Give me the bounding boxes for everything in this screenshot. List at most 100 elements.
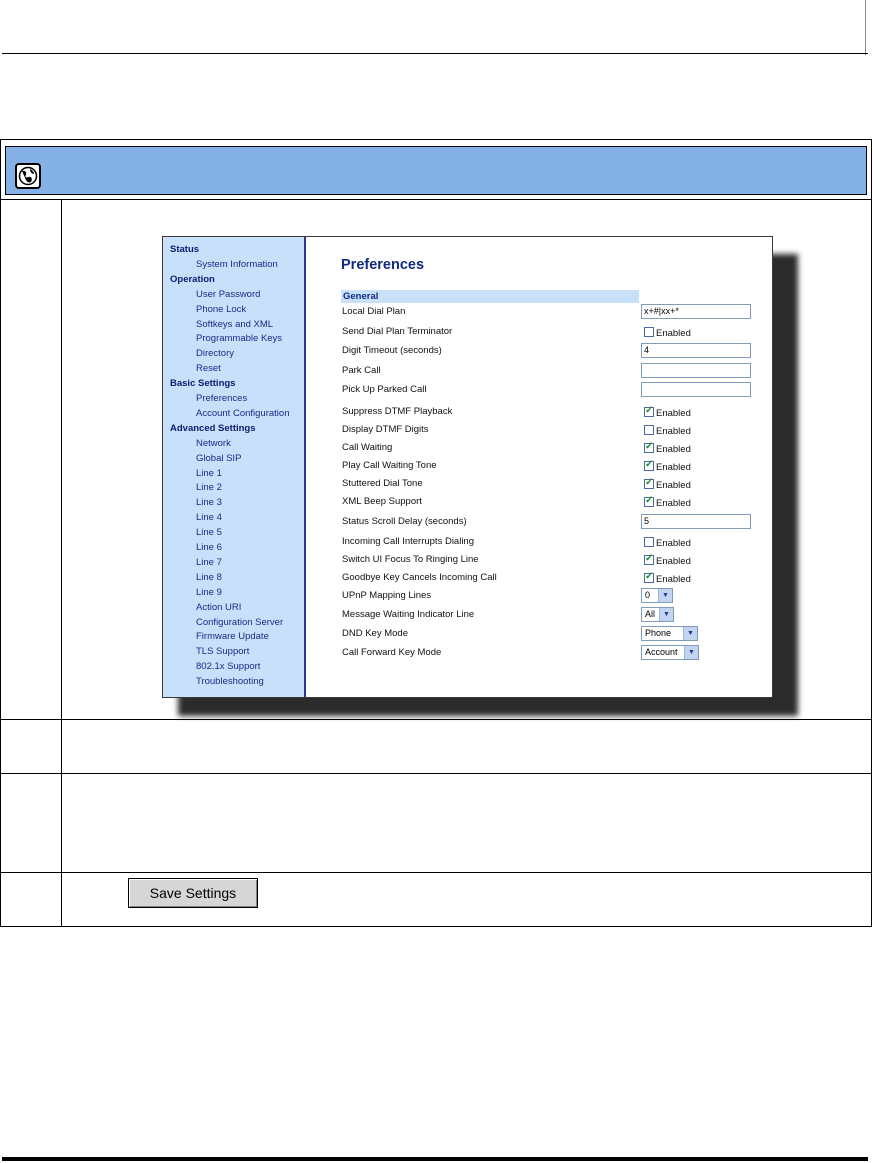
sidebar-item[interactable]: TLS Support <box>196 646 249 657</box>
sidebar-item[interactable]: Directory <box>196 348 234 359</box>
field-label: Park Call <box>342 365 381 376</box>
sidebar-item[interactable]: Line 6 <box>196 542 222 553</box>
checkbox-checked-icon[interactable] <box>644 441 654 453</box>
field-label: Call Waiting <box>342 442 393 453</box>
field-label: Call Forward Key Mode <box>342 647 442 658</box>
sidebar-item[interactable]: System Information <box>196 259 278 270</box>
select-value: Account <box>645 647 678 657</box>
sidebar-item[interactable]: Phone Lock <box>196 304 246 315</box>
sidebar-item[interactable]: Line 5 <box>196 527 222 538</box>
sidebar-section: Operation <box>170 273 215 285</box>
checkbox-checked-icon[interactable] <box>644 459 654 471</box>
select-value: Phone <box>645 628 672 638</box>
step-number-cell <box>1 720 62 773</box>
sidebar-item[interactable]: User Password <box>196 289 260 300</box>
text-input[interactable] <box>641 382 751 397</box>
field-label: Play Call Waiting Tone <box>342 460 437 471</box>
select-dropdown[interactable]: All ▼ <box>641 607 674 622</box>
top-right-tick <box>865 0 866 55</box>
enabled-checkbox[interactable]: Enabled <box>644 537 691 549</box>
enabled-checkbox[interactable]: Enabled <box>644 425 691 437</box>
step-row-3 <box>0 774 872 873</box>
sidebar-item[interactable]: Line 3 <box>196 497 222 508</box>
field-label: Digit Timeout (seconds) <box>342 345 442 356</box>
checkbox-checked-icon[interactable] <box>644 553 654 565</box>
text-input[interactable]: 5 <box>641 514 751 529</box>
step-number-cell <box>1 774 62 872</box>
field-label: Goodbye Key Cancels Incoming Call <box>342 572 497 583</box>
step-row-2 <box>0 720 872 774</box>
checkbox-checked-icon[interactable] <box>644 571 654 583</box>
field-label: UPnP Mapping Lines <box>342 590 432 601</box>
enabled-checkbox[interactable]: Enabled <box>644 405 691 419</box>
field-label: Incoming Call Interrupts Dialing <box>342 536 475 547</box>
page-title: Preferences <box>341 257 425 273</box>
enabled-checkbox[interactable]: Enabled <box>644 459 691 473</box>
web-ui-screenshot: Status System Information Operation User Pa… <box>162 236 773 698</box>
sidebar-item[interactable]: Line 9 <box>196 587 222 598</box>
enabled-checkbox[interactable]: Enabled <box>644 553 691 567</box>
sidebar-item[interactable]: Account Configuration <box>196 408 289 419</box>
select-value: All <box>645 609 656 619</box>
checkbox-label: Enabled <box>656 444 691 455</box>
sidebar-item[interactable]: Line 1 <box>196 468 222 479</box>
text-input[interactable] <box>641 363 751 378</box>
checkbox-unchecked-icon[interactable] <box>644 327 654 337</box>
field-label: Pick Up Parked Call <box>342 384 427 395</box>
sidebar-item[interactable]: Preferences <box>196 393 247 404</box>
enabled-checkbox[interactable]: Enabled <box>644 495 691 509</box>
select-dropdown[interactable]: 0 ▼ <box>641 588 673 603</box>
checkbox-checked-icon[interactable] <box>644 405 654 417</box>
sidebar-item[interactable]: Line 7 <box>196 557 222 568</box>
checkbox-checked-icon[interactable] <box>644 477 654 489</box>
sidebar-item[interactable]: Line 2 <box>196 482 222 493</box>
field-label: Suppress DTMF Playback <box>342 406 453 417</box>
field-label: Stuttered Dial Tone <box>342 478 423 489</box>
chevron-down-icon[interactable]: ▼ <box>659 608 673 621</box>
sidebar-item[interactable]: Firmware Update <box>196 631 269 642</box>
sidebar-item[interactable]: Network <box>196 438 231 449</box>
save-settings-button[interactable]: Save Settings <box>128 878 258 908</box>
chevron-down-icon[interactable]: ▼ <box>684 646 698 659</box>
sidebar-item[interactable]: Action URI <box>196 602 241 613</box>
select-dropdown[interactable]: Phone ▼ <box>641 626 698 641</box>
enabled-checkbox[interactable]: Enabled <box>644 327 691 339</box>
procedure-header-band <box>5 146 867 195</box>
web-ui-content: Preferences General Local Dial Plan x+#|x… <box>308 237 772 697</box>
enabled-checkbox[interactable]: Enabled <box>644 441 691 455</box>
chevron-down-icon[interactable]: ▼ <box>683 627 697 640</box>
text-input[interactable]: x+#|xx+* <box>641 304 751 319</box>
sidebar-section: Advanced Settings <box>170 422 256 434</box>
text-input[interactable]: 4 <box>641 343 751 358</box>
checkbox-unchecked-icon[interactable] <box>644 537 654 547</box>
sidebar-item[interactable]: Line 8 <box>196 572 222 583</box>
header-rule <box>2 53 868 54</box>
sidebar-item[interactable]: Troubleshooting <box>196 676 264 687</box>
sidebar-item[interactable]: Global SIP <box>196 453 241 464</box>
sidebar-item[interactable]: Configuration Server <box>196 617 283 628</box>
enabled-checkbox[interactable]: Enabled <box>644 571 691 585</box>
sidebar-item[interactable]: 802.1x Support <box>196 661 260 672</box>
checkbox-unchecked-icon[interactable] <box>644 425 654 435</box>
enabled-checkbox[interactable]: Enabled <box>644 477 691 491</box>
checkbox-label: Enabled <box>656 408 691 419</box>
field-label: Local Dial Plan <box>342 306 406 317</box>
procedure-header <box>0 139 872 200</box>
field-label: Message Waiting Indicator Line <box>342 609 475 620</box>
sidebar-item[interactable]: Reset <box>196 363 221 374</box>
checkbox-label: Enabled <box>656 462 691 473</box>
checkbox-checked-icon[interactable] <box>644 495 654 507</box>
sidebar-item[interactable]: Line 4 <box>196 512 222 523</box>
web-ui-sidebar: Status System Information Operation User Pa… <box>163 237 306 697</box>
field-label: XML Beep Support <box>342 496 422 507</box>
chevron-down-icon[interactable]: ▼ <box>658 589 672 602</box>
select-dropdown[interactable]: Account ▼ <box>641 645 699 660</box>
sidebar-item[interactable]: Programmable Keys <box>196 333 282 344</box>
field-label: Status Scroll Delay (seconds) <box>342 516 467 527</box>
field-label: Send Dial Plan Terminator <box>342 326 453 337</box>
sidebar-item[interactable]: Softkeys and XML <box>196 319 273 330</box>
checkbox-label: Enabled <box>656 498 691 509</box>
field-label: Display DTMF Digits <box>342 424 429 435</box>
step-number-cell <box>1 873 62 926</box>
checkbox-label: Enabled <box>656 538 691 549</box>
